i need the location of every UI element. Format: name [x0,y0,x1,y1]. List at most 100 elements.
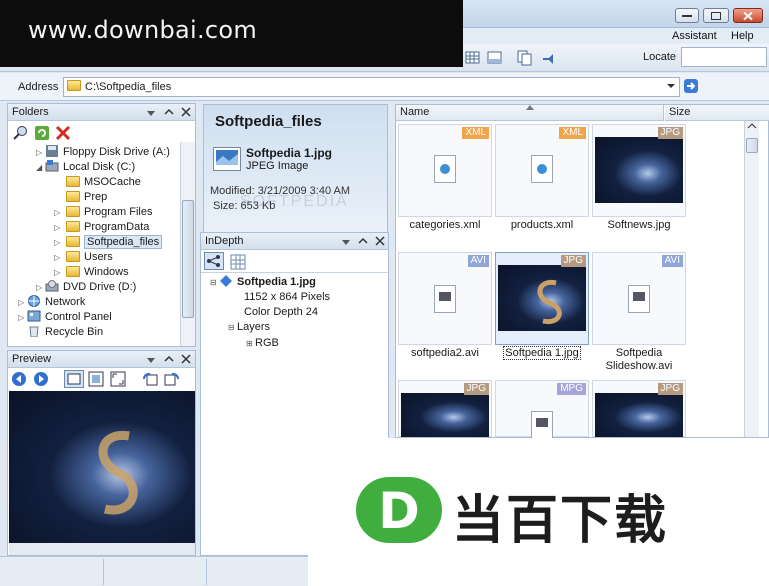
tree-item-floppy[interactable]: ▷ Floppy Disk Drive (A:) [12,145,180,160]
scroll-thumb[interactable] [182,200,194,318]
watermark-brand-text: 当百下载 [452,491,669,551]
collapse-box-icon[interactable]: ⊟ [228,320,237,335]
folder-name: Softpedia_files [215,113,322,130]
folder-icon [66,251,80,262]
fit-to-window-icon[interactable] [64,370,84,388]
expand-arrow-icon[interactable]: ▷ [54,220,63,235]
file-label: Softpedia Slideshow.avi [605,347,673,372]
file-thumbnail[interactable]: AVI [592,252,686,345]
expand-arrow-icon[interactable]: ▷ [36,145,45,160]
file-list-scrollbar[interactable] [744,121,759,437]
file-type: JPEG Image [246,160,309,172]
expand-box-icon[interactable]: ⊞ [246,336,255,351]
maximize-button[interactable] [703,8,729,23]
previous-icon[interactable] [11,371,27,387]
file-thumbnail[interactable]: JPG [592,124,686,217]
indepth-rgb[interactable]: ⊞ RGB [246,336,279,351]
actual-size-icon[interactable] [88,371,104,387]
tree-item-control-panel[interactable]: ▷ Control Panel [12,310,180,325]
collapse-icon[interactable] [164,107,174,117]
diamond-icon [220,275,232,287]
next-icon[interactable] [33,371,49,387]
expand-arrow-icon[interactable]: ▷ [18,310,27,325]
sort-ascending-icon [526,105,534,110]
indepth-layers[interactable]: ⊟ Layers [228,320,270,335]
close-panel-icon[interactable] [181,107,191,117]
file-type-badge: XML [462,127,489,139]
folders-scrollbar[interactable] [180,142,195,346]
dropdown-icon[interactable] [146,355,156,365]
collapse-arrow-icon[interactable]: ◢ [36,160,45,175]
file-thumbnail[interactable]: XML [495,124,589,217]
expand-arrow-icon[interactable]: ▷ [54,265,63,280]
locate-input[interactable] [681,47,767,67]
collapse-icon[interactable] [358,236,368,246]
tree-item-users[interactable]: ▷ Users [12,250,180,265]
menu-help[interactable]: Help [731,28,754,44]
thumbnail-view-icon[interactable] [464,49,482,67]
minimize-button[interactable] [675,8,699,23]
file-type-badge: XML [559,127,586,139]
control-panel-icon [27,310,41,322]
tree-item-softpedia-files[interactable]: ▷ Softpedia_files [12,235,180,250]
file-thumbnail[interactable]: MPG [495,380,589,439]
close-button[interactable] [733,8,763,23]
menu-assistant[interactable]: Assistant [672,28,717,44]
go-button[interactable] [684,79,698,93]
chevron-down-icon[interactable] [666,80,676,92]
rotate-right-icon[interactable] [164,371,180,387]
dropdown-icon[interactable] [146,108,156,118]
image-file-icon [213,147,241,171]
pin-icon[interactable] [540,49,558,67]
scroll-thumb[interactable] [746,138,758,153]
close-panel-icon[interactable] [181,354,191,364]
expand-arrow-icon[interactable]: ▷ [36,280,45,295]
file-thumbnail[interactable]: JPG [398,380,492,437]
collapse-box-icon[interactable]: ⊟ [210,275,219,290]
file-label: products.xml [510,219,574,231]
search-icon[interactable] [13,125,29,141]
folders-title: Folders [12,106,49,118]
tree-view-button[interactable] [204,252,224,270]
tree-item-recycle-bin[interactable]: Recycle Bin [12,325,180,340]
tree-item-prep[interactable]: Prep [12,190,180,205]
tree-item-windows[interactable]: ▷ Windows [12,265,180,280]
close-panel-icon[interactable] [375,236,385,246]
file-thumbnail[interactable]: XML [398,124,492,217]
tree-item-programdata[interactable]: ▷ ProgramData [12,220,180,235]
video-file-icon [531,411,553,439]
tree-item-program-files[interactable]: ▷ Program Files [12,205,180,220]
indepth-root[interactable]: ⊟ Softpedia 1.jpg [210,275,316,290]
tree-item-local-disk[interactable]: ◢ Local Disk (C:) [12,160,180,175]
tree-item-dvd[interactable]: ▷ DVD Drive (D:) [12,280,180,295]
folder-tree: ▷ Floppy Disk Drive (A:) ◢ Local Disk (C:)… [12,145,180,340]
dropdown-icon[interactable] [341,237,351,247]
rotate-left-icon[interactable] [142,371,158,387]
file-type-badge: AVI [661,255,683,267]
image-thumbnail [595,393,683,437]
collapse-icon[interactable] [164,354,174,364]
column-header-size[interactable]: Size [665,105,769,121]
indepth-color-depth: Color Depth 24 [244,306,318,318]
copy-icon[interactable] [516,49,534,67]
grid-view-icon[interactable] [230,254,246,270]
tree-item-network[interactable]: ▷ Network [12,295,180,310]
indepth-title: InDepth [205,235,244,247]
refresh-icon[interactable] [34,125,50,141]
file-thumbnail-selected[interactable]: JPG [495,252,589,345]
tree-item-msocache[interactable]: MSOCache [12,175,180,190]
file-thumbnail[interactable]: JPG [592,380,686,437]
folder-icon [66,191,80,202]
scroll-up-icon[interactable] [745,121,759,131]
drive-icon [45,160,59,172]
preview-view-icon[interactable] [486,49,504,67]
expand-arrow-icon[interactable]: ▷ [54,235,63,250]
expand-arrow-icon[interactable]: ▷ [54,250,63,265]
full-screen-icon[interactable] [110,371,126,387]
expand-arrow-icon[interactable]: ▷ [18,295,27,310]
expand-arrow-icon[interactable]: ▷ [54,205,63,220]
delete-icon[interactable] [55,125,71,141]
watermark-url: www.downbai.com [28,16,258,44]
file-thumbnail[interactable]: AVI [398,252,492,345]
minimize-icon [682,14,692,17]
